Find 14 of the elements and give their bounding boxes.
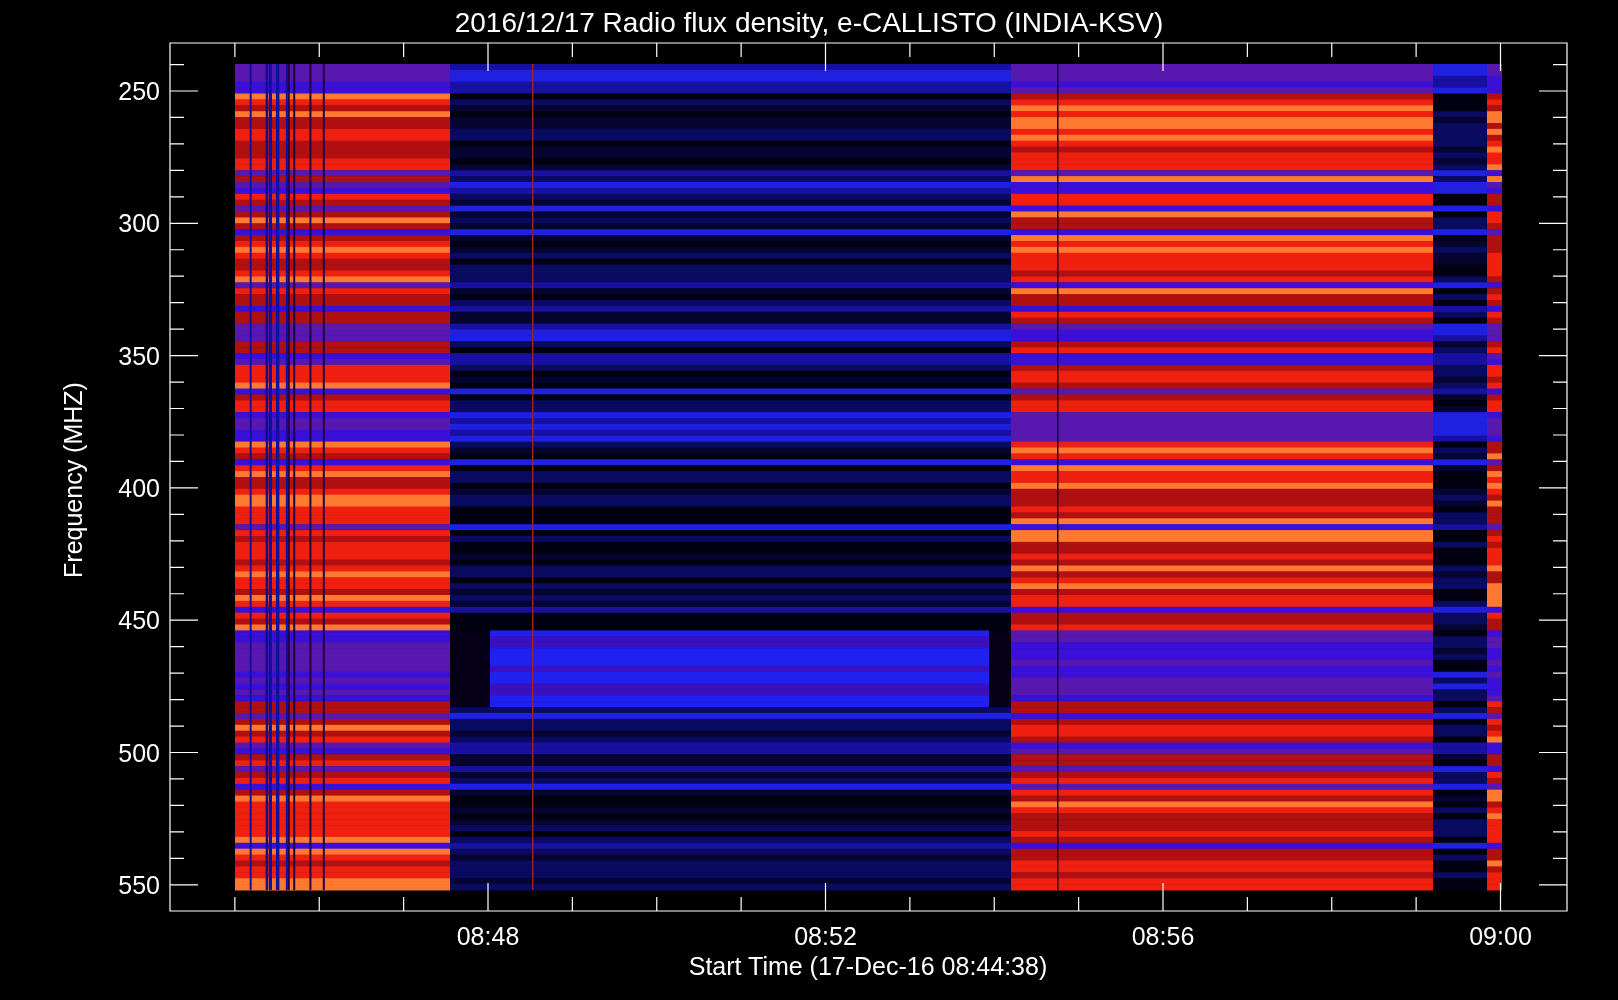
plot-title: 2016/12/17 Radio flux density, e-CALLISTO (INDIA-KSV) bbox=[454, 7, 1164, 38]
y-tick-label: 450 bbox=[118, 606, 160, 635]
y-tick-label: 300 bbox=[118, 209, 160, 238]
x-tick-label: 08:56 bbox=[1131, 922, 1195, 950]
y-tick-label: 250 bbox=[118, 77, 160, 105]
x-tick-label: 09:00 bbox=[1469, 922, 1532, 950]
y-tick-label: 350 bbox=[118, 341, 160, 370]
x-axis-label: Start Time (17-Dec-16 08:44:38) bbox=[688, 952, 1048, 980]
y-tick-label: 550 bbox=[118, 870, 160, 899]
y-tick-label: 400 bbox=[118, 473, 160, 502]
y-tick-label: 500 bbox=[118, 738, 160, 767]
x-tick-label: 08:48 bbox=[456, 922, 520, 950]
x-tick-label: 08:52 bbox=[794, 922, 857, 950]
y-axis-label: Frequency (MHZ) bbox=[59, 382, 87, 578]
